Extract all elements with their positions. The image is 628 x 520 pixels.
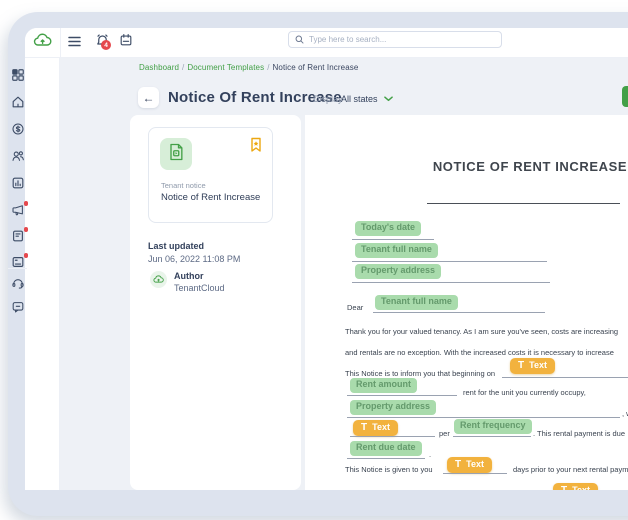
document-preview: NOTICE OF RENT INCREASE Today's date Ten… [305, 115, 628, 490]
text-tool-label: Text [372, 423, 390, 432]
blank-line [352, 261, 547, 262]
text-tool-tag[interactable]: T Text [447, 457, 492, 473]
text-tool-label: Text [466, 460, 484, 469]
search-input[interactable] [309, 35, 495, 44]
blank-line [347, 458, 425, 459]
doc-text-will: , will [622, 409, 628, 418]
reports-icon[interactable] [11, 176, 25, 190]
field-tag-rent-due-date[interactable]: Rent due date [350, 441, 422, 456]
doc-text-per: per [439, 429, 450, 438]
title-underline [427, 203, 620, 204]
calendar-icon[interactable] [119, 33, 133, 47]
last-updated-value: Jun 06, 2022 11:08 PM [148, 254, 240, 264]
template-category: Tenant notice [161, 181, 206, 190]
doc-text-rent-for-unit: rent for the unit you currently occupy, [463, 388, 586, 397]
bookmark-favorite-icon[interactable] [250, 137, 262, 153]
doc-paragraph-line: and rentals are no exception. With the i… [345, 348, 614, 357]
search-box [288, 31, 502, 48]
doc-text-notice-given: This Notice is given to you [345, 465, 433, 474]
text-tool-label: Text [529, 361, 547, 370]
doc-text-period: . [429, 450, 431, 459]
breadcrumb-current: Notice of Rent Increase [273, 63, 359, 72]
brand-logo[interactable] [25, 28, 61, 58]
breadcrumb-separator: / [267, 63, 269, 72]
payments-icon[interactable] [11, 122, 25, 136]
blank-line [347, 395, 457, 396]
text-tool-tag[interactable]: T Text [353, 420, 398, 436]
display-states-value: All states [341, 94, 378, 104]
blank-line [352, 282, 550, 283]
chevron-down-icon [384, 96, 393, 102]
field-tag-todays-date[interactable]: Today's date [355, 221, 421, 236]
back-arrow-icon: ← [143, 91, 155, 105]
text-tool-label: Text [572, 486, 590, 490]
subscription-icon[interactable] [11, 255, 25, 269]
doc-paragraph-line: Thank you for your valued tenancy. As I … [345, 327, 618, 336]
field-tag-tenant-full-name[interactable]: Tenant full name [355, 243, 438, 258]
feedback-icon[interactable] [11, 300, 25, 314]
text-tool-tag[interactable]: T Text [553, 483, 598, 490]
doc-text-beginning-on: This Notice is to inform you that beginn… [345, 369, 495, 378]
last-updated-label: Last updated [148, 241, 204, 251]
sidebar [25, 58, 60, 490]
documents-icon[interactable] [11, 229, 25, 243]
documents-alert-dot [24, 227, 29, 232]
template-thumbnail [160, 138, 192, 170]
text-tool-icon: T [561, 486, 567, 491]
breadcrumb-separator: / [182, 63, 184, 72]
campaign-alert-dot [24, 201, 29, 206]
author-value: TenantCloud [174, 283, 225, 293]
screen: { "app": { "brand": "TenantCloud", "acce… [0, 0, 628, 520]
search-icon [295, 35, 304, 44]
support-icon[interactable] [11, 276, 25, 290]
blank-line [352, 239, 434, 240]
document-title: NOTICE OF RENT INCREASE [390, 159, 628, 174]
field-tag-rent-frequency[interactable]: Rent frequency [454, 419, 532, 434]
doc-text-days-prior: days prior to your next rental payment [513, 465, 628, 474]
breadcrumb-link-dashboard[interactable]: Dashboard [139, 63, 179, 72]
author-avatar [150, 271, 167, 288]
blank-line [443, 473, 507, 474]
text-tool-icon: T [455, 460, 461, 470]
text-tool-tag[interactable]: T Text [510, 358, 555, 374]
text-tool-icon: T [361, 423, 367, 433]
document-template-icon [166, 142, 186, 167]
dashboard-grid-icon[interactable] [11, 68, 25, 82]
home-icon[interactable] [11, 95, 25, 109]
field-tag-property-address[interactable]: Property address [355, 264, 441, 279]
breadcrumb: Dashboard/Document Templates/Notice of R… [139, 63, 358, 72]
contacts-icon[interactable] [11, 149, 25, 163]
subscription-alert-dot [24, 253, 29, 258]
primary-action-button[interactable] [622, 86, 628, 107]
back-button[interactable]: ← [138, 87, 159, 108]
blank-line [373, 312, 545, 313]
display-states-dropdown[interactable]: All states [341, 94, 393, 104]
breadcrumb-link-document-templates[interactable]: Document Templates [187, 63, 264, 72]
sidebar-divider [8, 268, 27, 269]
menu-icon[interactable] [68, 36, 81, 47]
template-name: Notice of Rent Increase [161, 192, 271, 203]
blank-line [453, 436, 531, 437]
field-tag-property-address[interactable]: Property address [350, 400, 436, 415]
cloud-avatar-icon [153, 271, 164, 289]
campaign-icon[interactable] [11, 203, 25, 217]
text-tool-icon: T [518, 361, 524, 371]
notification-count-badge: 4 [101, 40, 111, 50]
blank-line [350, 436, 435, 437]
cloud-upload-logo-icon [33, 33, 52, 53]
blank-line [502, 377, 628, 378]
field-tag-rent-amount[interactable]: Rent amount [350, 378, 417, 393]
doc-text-dear: Dear [347, 303, 363, 312]
field-tag-tenant-full-name[interactable]: Tenant full name [375, 295, 458, 310]
doc-text-payment-due: . This rental payment is due [533, 429, 625, 438]
author-label: Author [174, 271, 204, 281]
display-label: Display [313, 94, 343, 104]
blank-line [347, 417, 620, 418]
